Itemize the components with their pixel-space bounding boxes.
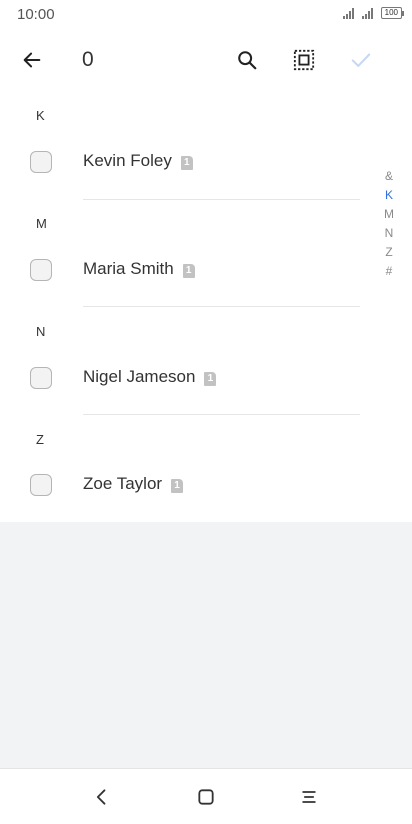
index-letter[interactable]: # — [386, 262, 393, 281]
contact-checkbox[interactable] — [30, 367, 52, 389]
screen: 10:00 100 0 K Kevin Foley 1 M Maria Smit… — [0, 0, 412, 824]
section-header-m: M — [36, 216, 47, 231]
selected-count: 0 — [82, 48, 94, 71]
contact-name-text: Maria Smith — [83, 259, 174, 278]
arrow-left-icon — [23, 52, 41, 68]
menu-icon — [302, 791, 316, 803]
sim-card-icon: 1 — [182, 264, 195, 278]
back-button[interactable] — [14, 42, 50, 78]
app-bar: 0 — [0, 30, 412, 90]
status-icons: 100 — [342, 7, 405, 19]
search-button[interactable] — [229, 42, 265, 78]
index-letter[interactable]: M — [384, 205, 394, 224]
contact-row-nigel-jameson[interactable]: Nigel Jameson 1 — [0, 348, 370, 408]
signal-icon-2 — [361, 8, 373, 19]
index-letter-active[interactable]: K — [385, 186, 393, 205]
contact-name: Zoe Taylor 1 — [83, 474, 184, 494]
divider — [83, 199, 360, 200]
contact-name-text: Nigel Jameson — [83, 367, 196, 386]
status-time: 10:00 — [17, 6, 55, 23]
battery-icon: 100 — [380, 7, 405, 19]
confirm-button[interactable] — [343, 42, 379, 78]
contact-checkbox[interactable] — [30, 474, 52, 496]
sim-card-icon: 1 — [180, 156, 193, 170]
index-letter[interactable]: Z — [385, 243, 392, 262]
contact-checkbox[interactable] — [30, 259, 52, 281]
battery-level: 100 — [384, 8, 398, 17]
contact-name: Maria Smith 1 — [83, 259, 195, 279]
nav-menu-button[interactable] — [295, 783, 323, 811]
contact-row-kevin-foley[interactable]: Kevin Foley 1 — [0, 132, 370, 192]
divider — [83, 414, 360, 415]
contact-name: Nigel Jameson 1 — [83, 367, 217, 387]
section-header-k: K — [36, 108, 45, 123]
divider — [83, 306, 360, 307]
select-all-button[interactable] — [286, 42, 322, 78]
status-bar: 10:00 100 — [0, 0, 412, 30]
contact-row-zoe-taylor[interactable]: Zoe Taylor 1 — [0, 455, 370, 515]
contact-name-text: Kevin Foley — [83, 151, 172, 170]
contact-name: Kevin Foley 1 — [83, 151, 193, 171]
section-header-z: Z — [36, 432, 44, 447]
index-letter[interactable]: N — [385, 224, 394, 243]
contact-name-text: Zoe Taylor — [83, 474, 163, 493]
alphabet-index[interactable]: & K M N Z # — [380, 167, 398, 281]
sim-card-icon: 1 — [171, 479, 184, 493]
section-header-n: N — [36, 324, 46, 339]
nav-home-button[interactable] — [192, 783, 220, 811]
nav-back-button[interactable] — [88, 783, 116, 811]
sim-card-icon: 1 — [204, 372, 217, 386]
search-icon — [238, 51, 257, 70]
back-icon — [96, 789, 106, 805]
signal-icon — [342, 8, 354, 19]
contact-checkbox[interactable] — [30, 151, 52, 173]
check-icon — [351, 53, 371, 67]
select-all-icon — [293, 49, 315, 71]
index-letter[interactable]: & — [385, 167, 393, 186]
contact-list: K Kevin Foley 1 M Maria Smith 1 N Nigel Ja… — [0, 90, 412, 522]
home-icon — [198, 789, 214, 805]
contact-row-maria-smith[interactable]: Maria Smith 1 — [0, 240, 370, 300]
navigation-bar — [0, 768, 412, 824]
